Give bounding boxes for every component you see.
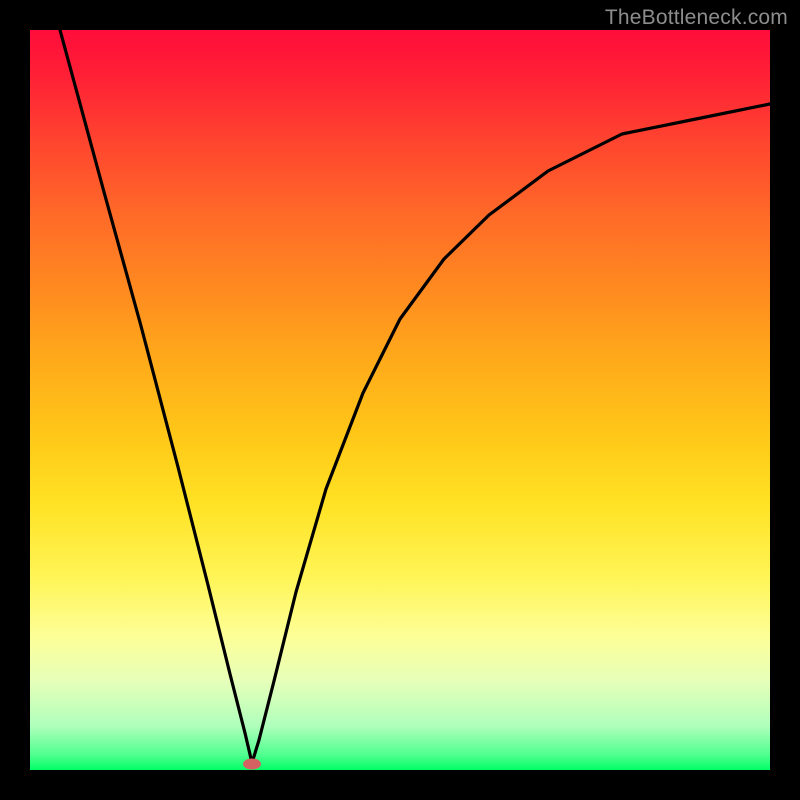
chart-frame: TheBottleneck.com (0, 0, 800, 800)
watermark-text: TheBottleneck.com (605, 6, 788, 30)
bottleneck-curve (30, 30, 770, 770)
curve-path (60, 30, 770, 763)
minimum-marker (243, 759, 261, 770)
plot-area (30, 30, 770, 770)
